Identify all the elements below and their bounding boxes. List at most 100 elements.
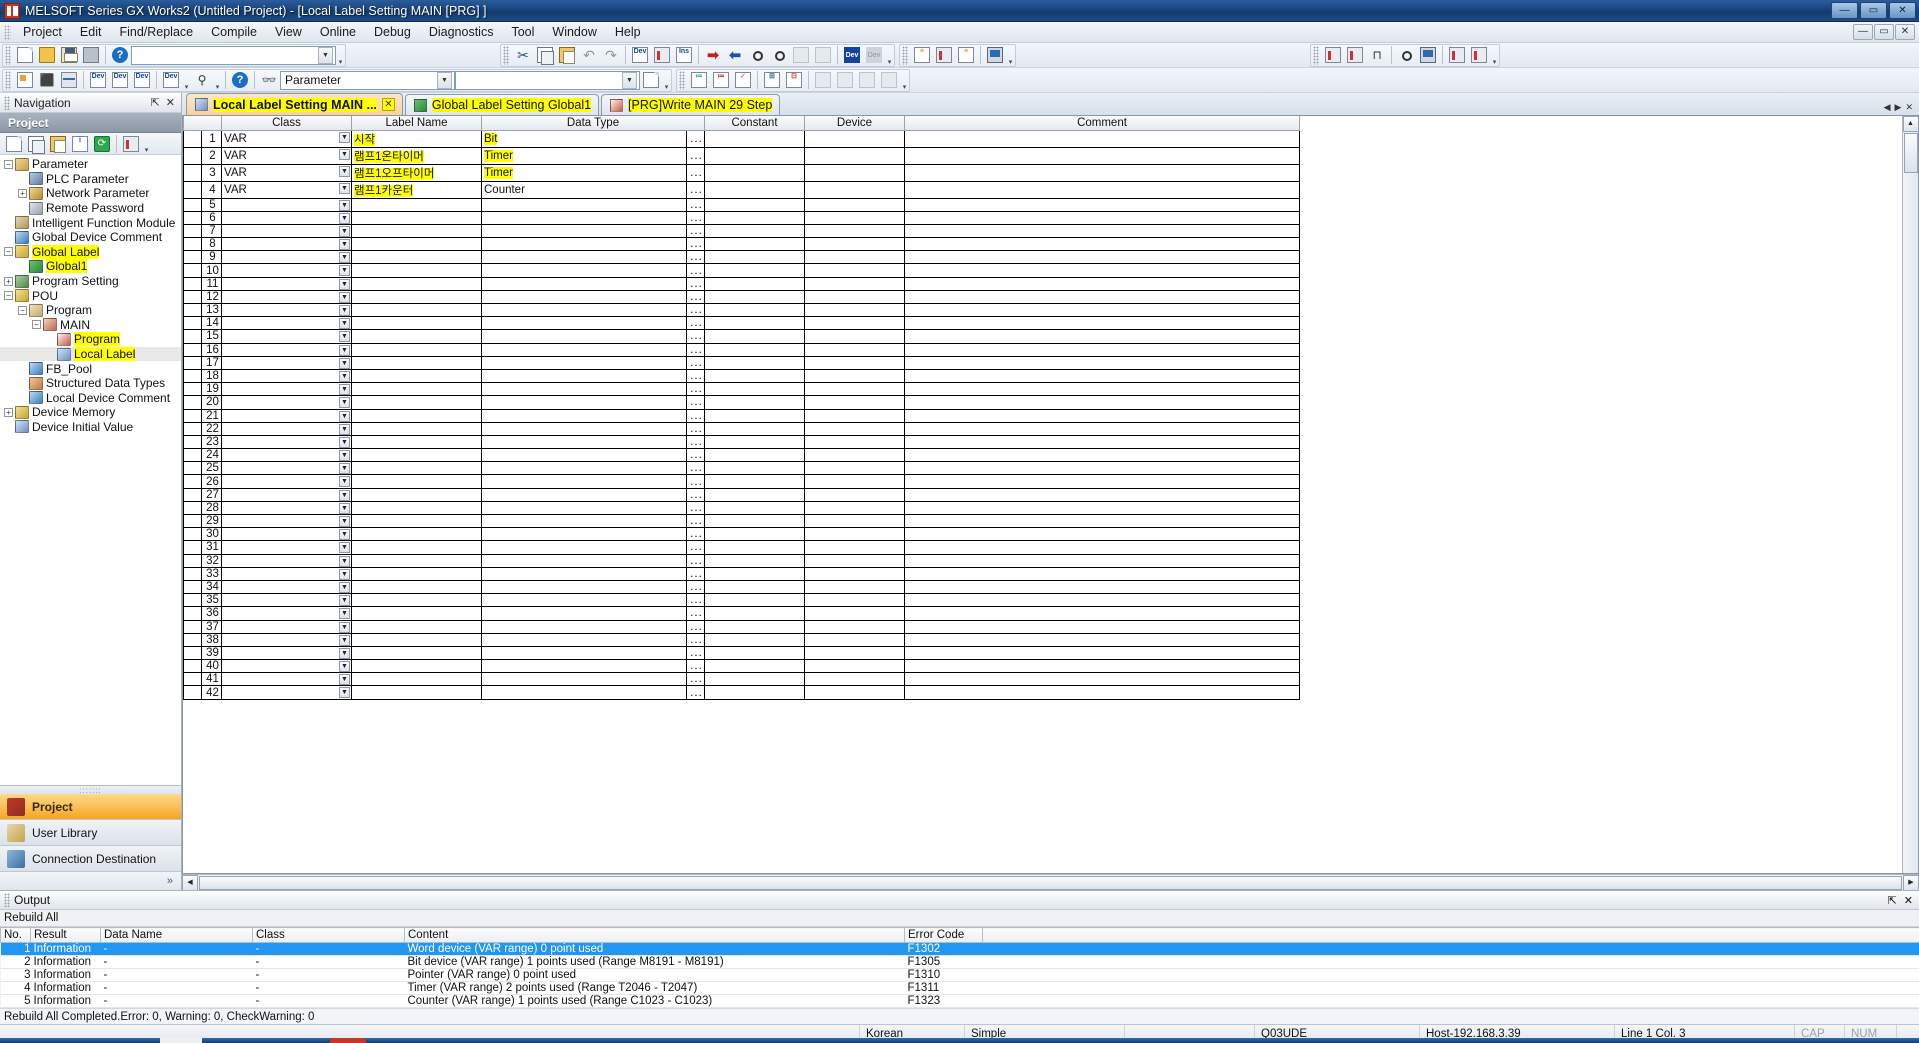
data-type-browse-button[interactable]: ... bbox=[686, 342, 705, 357]
tree-item-main[interactable]: − MAIN bbox=[0, 318, 181, 333]
label-grid-row[interactable]: 26 ▼... bbox=[183, 474, 1300, 489]
cell-comment[interactable] bbox=[904, 302, 1300, 318]
close-icon[interactable]: ✕ bbox=[166, 96, 175, 109]
data-type-browse-button[interactable]: ... bbox=[686, 685, 705, 700]
data-type-browse-button[interactable]: ... bbox=[686, 163, 705, 182]
cell-data-type[interactable] bbox=[481, 263, 687, 278]
data-type-browse-button[interactable]: ... bbox=[686, 408, 705, 423]
row-number[interactable]: 2 bbox=[201, 146, 222, 165]
cell-label-name[interactable] bbox=[351, 237, 482, 252]
cell-data-type[interactable] bbox=[481, 329, 687, 344]
cell-data-type[interactable] bbox=[481, 421, 687, 436]
toolbar-overflow-icon-5[interactable]: ▾ bbox=[182, 70, 191, 91]
expand-icon[interactable]: + bbox=[4, 276, 13, 286]
cell-data-type[interactable] bbox=[481, 566, 687, 581]
cell-class[interactable]: ▼ bbox=[221, 566, 352, 581]
tab-scroll-left-icon[interactable]: ◀ bbox=[1884, 102, 1891, 113]
data-type-browse-button[interactable]: ... bbox=[686, 180, 705, 199]
class-dropdown-icon[interactable]: ▼ bbox=[339, 291, 350, 303]
row-gutter[interactable] bbox=[183, 672, 202, 687]
cell-label-name[interactable] bbox=[351, 197, 482, 212]
row-number[interactable]: 40 bbox=[201, 659, 222, 674]
class-dropdown-icon[interactable]: ▼ bbox=[339, 239, 350, 250]
cell-class[interactable]: ▼ bbox=[221, 487, 352, 502]
cut-icon[interactable]: ✂ bbox=[512, 44, 534, 66]
label-grid-row[interactable]: 27 ▼... bbox=[183, 487, 1300, 502]
row-gutter[interactable] bbox=[183, 513, 202, 529]
device-initial-value-icon[interactable]: Dev bbox=[131, 69, 153, 91]
save-project-icon[interactable] bbox=[58, 44, 80, 66]
copy-icon[interactable] bbox=[534, 44, 556, 66]
tree-item-device-memory[interactable]: + Device Memory bbox=[0, 405, 181, 420]
sidebar-item-project[interactable]: Project bbox=[0, 794, 181, 820]
mdi-restore-button[interactable]: ▭ bbox=[1874, 24, 1894, 40]
cell-label-name[interactable]: 램프1온타이머 bbox=[351, 146, 482, 165]
delete-row-icon[interactable]: ⊟ bbox=[783, 69, 805, 91]
cell-data-type[interactable]: Timer bbox=[481, 163, 687, 182]
row-number[interactable]: 11 bbox=[201, 276, 222, 291]
cell-data-type[interactable] bbox=[481, 408, 687, 423]
new-data-icon[interactable] bbox=[3, 133, 25, 155]
label-grid-row[interactable]: 5 ▼... bbox=[183, 197, 1300, 212]
tree-item-global-label[interactable]: − Global Label bbox=[0, 244, 181, 260]
row-gutter[interactable] bbox=[183, 163, 202, 182]
row-number[interactable]: 28 bbox=[201, 500, 222, 516]
cell-comment[interactable] bbox=[904, 129, 1300, 148]
row-number[interactable]: 4 bbox=[201, 180, 222, 199]
cell-label-name[interactable] bbox=[351, 685, 482, 700]
row-number[interactable]: 32 bbox=[201, 553, 222, 568]
copy-data-icon[interactable] bbox=[25, 133, 47, 155]
tree-item-program[interactable]: − Program bbox=[0, 303, 181, 318]
row-gutter[interactable] bbox=[183, 382, 202, 397]
column-header-label-name[interactable]: Label Name bbox=[351, 116, 482, 131]
step-run-icon[interactable] bbox=[1322, 44, 1344, 66]
row-number[interactable]: 34 bbox=[201, 579, 222, 595]
cell-comment[interactable] bbox=[904, 606, 1300, 621]
cell-label-name[interactable] bbox=[351, 329, 482, 344]
cell-comment[interactable] bbox=[904, 500, 1300, 516]
label-grid-row[interactable]: 14 ▼... bbox=[183, 316, 1300, 331]
data-type-browse-button[interactable]: ... bbox=[686, 448, 705, 463]
class-dropdown-icon[interactable]: ▼ bbox=[339, 463, 350, 474]
class-dropdown-icon[interactable]: ▼ bbox=[339, 555, 350, 567]
view-mode-icon[interactable] bbox=[120, 133, 142, 155]
cell-comment[interactable] bbox=[904, 382, 1300, 397]
cell-label-name[interactable] bbox=[351, 513, 482, 529]
device-memory-icon[interactable]: Dev bbox=[109, 69, 131, 91]
paste-data-icon[interactable] bbox=[47, 133, 69, 155]
cell-comment[interactable] bbox=[904, 276, 1300, 291]
class-dropdown-icon[interactable]: ▼ bbox=[339, 212, 350, 224]
row-gutter[interactable] bbox=[183, 355, 202, 370]
cell-comment[interactable] bbox=[904, 566, 1300, 581]
sidebar-item-connection-destination[interactable]: Connection Destination bbox=[0, 846, 181, 872]
output-row[interactable]: 1 Information - - Word device (VAR range) 0 … bbox=[0, 942, 1919, 956]
cell-class[interactable]: ▼ bbox=[221, 210, 352, 225]
cell-comment[interactable] bbox=[904, 685, 1300, 700]
data-type-browse-button[interactable]: ... bbox=[686, 302, 705, 318]
cell-comment[interactable] bbox=[904, 289, 1300, 305]
cell-class[interactable]: ▼ bbox=[221, 579, 352, 595]
cell-label-name[interactable] bbox=[351, 659, 482, 674]
cell-data-type[interactable]: Bit bbox=[481, 129, 687, 148]
cell-comment[interactable] bbox=[904, 632, 1300, 647]
tree-item-global-device-comment[interactable]: Global Device Comment bbox=[0, 230, 181, 245]
toolbar-overflow-icon-6[interactable]: ▾ bbox=[213, 70, 222, 91]
class-dropdown-icon[interactable]: ▼ bbox=[339, 199, 350, 211]
cell-label-name[interactable] bbox=[351, 421, 482, 436]
row-gutter[interactable] bbox=[183, 263, 202, 278]
label-grid-row[interactable]: 21 ▼... bbox=[183, 408, 1300, 423]
sidebar-item-user-library[interactable]: User Library bbox=[0, 820, 181, 846]
cell-class[interactable]: ▼ bbox=[221, 302, 352, 318]
cell-label-name[interactable] bbox=[351, 461, 482, 476]
data-type-browse-button[interactable]: ... bbox=[686, 197, 705, 212]
menu-debug[interactable]: Debug bbox=[365, 23, 420, 41]
tree-item-local-label[interactable]: Local Label bbox=[0, 346, 181, 362]
row-number[interactable]: 39 bbox=[201, 645, 222, 661]
simulation-start-icon[interactable] bbox=[1446, 44, 1468, 66]
chevron-down-icon[interactable]: ▼ bbox=[318, 46, 333, 64]
data-type-browse-button[interactable]: ... bbox=[686, 461, 705, 476]
label-grid-row[interactable]: 1 VAR ▼ 시작 Bit... bbox=[183, 129, 1300, 148]
row-number[interactable]: 41 bbox=[201, 672, 222, 687]
label-grid-row[interactable]: 42 ▼... bbox=[183, 685, 1300, 700]
cell-comment[interactable] bbox=[904, 355, 1300, 370]
